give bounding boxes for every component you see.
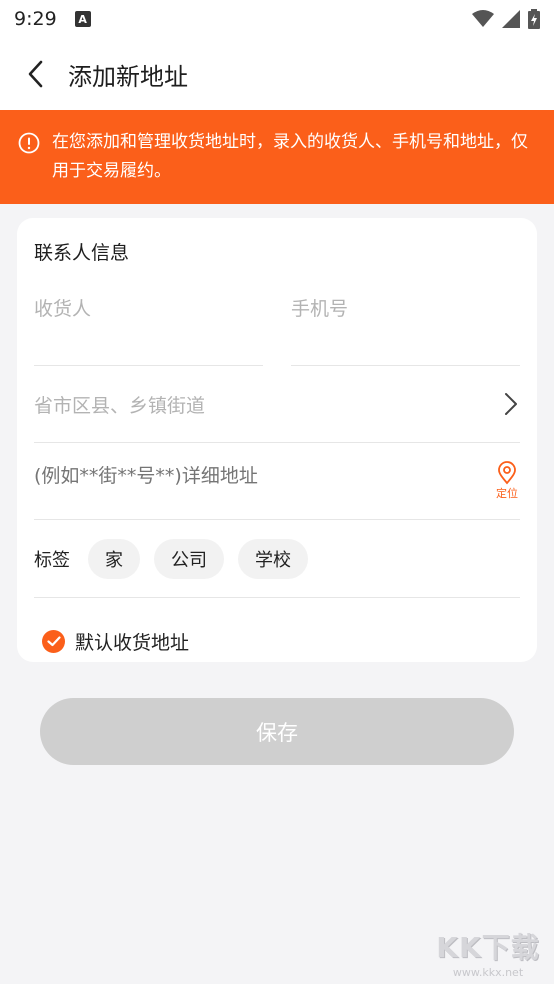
default-address-checkbox[interactable] [42,629,65,653]
location-pin-icon [498,461,516,485]
default-address-row: 默认收货地址 [34,598,520,684]
notification-a-icon: A [74,11,91,27]
tag-company[interactable]: 公司 [154,538,224,579]
wifi-icon [472,10,494,27]
phone-input[interactable] [291,298,520,320]
section-title: 联系人信息 [34,241,130,264]
app-bar: 添加新地址 [0,38,554,110]
tag-school[interactable]: 学校 [238,538,308,579]
name-phone-row [34,298,520,366]
locate-button[interactable]: 定位 [496,461,518,501]
region-placeholder: 省市区县、乡镇街道 [34,394,206,417]
save-button[interactable]: 保存 [40,698,514,765]
default-address-label: 默认收货地址 [75,631,190,654]
checkmark-icon [46,635,61,646]
signal-icon [502,10,520,28]
status-time: 9:29 [14,8,57,30]
status-bar: 9:29 A [0,0,554,38]
watermark-logo: KK下载 www.kkx.net [428,924,548,980]
region-selector[interactable]: 省市区县、乡镇街道 [34,366,520,443]
battery-icon [528,9,540,29]
chevron-left-icon [28,60,43,88]
watermark-main: KK下载 [436,930,540,964]
back-button[interactable] [18,57,52,91]
receiver-field-wrap [34,298,263,366]
exclamation-circle-icon [18,132,40,154]
tag-label: 标签 [34,549,70,571]
notice-text: 在您添加和管理收货地址时，录入的收货人、手机号和地址，仅用于交易履约。 [52,132,528,181]
page-title: 添加新地址 [68,62,188,91]
phone-field-wrap [291,298,520,366]
tag-home[interactable]: 家 [88,538,140,579]
watermark-sub: www.kkx.net [452,965,524,979]
status-icons [472,9,540,29]
chevron-right-icon [505,393,517,415]
receiver-input[interactable] [34,298,263,320]
contact-info-card: 联系人信息 省市区县、乡镇街道 定位 标签 家 公司 学校 [17,218,537,662]
detail-address-row: 定位 [34,443,520,520]
privacy-notice-banner: 在您添加和管理收货地址时，录入的收货人、手机号和地址，仅用于交易履约。 [0,110,554,204]
detail-address-input[interactable] [34,465,454,487]
locate-label: 定位 [496,487,518,500]
tag-row: 标签 家 公司 学校 [34,520,520,598]
